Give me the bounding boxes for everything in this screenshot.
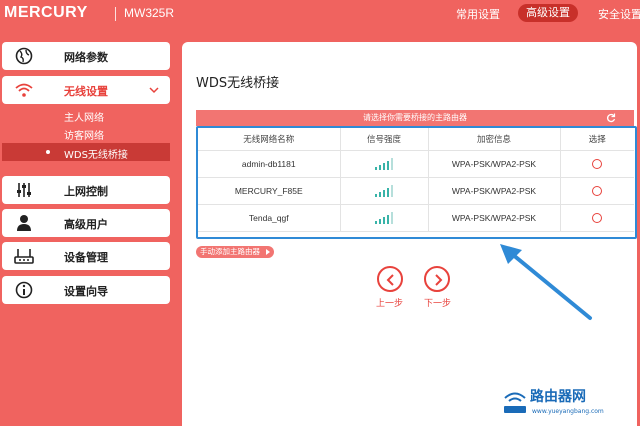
globe-icon [15,47,33,65]
wifi-icon [15,83,33,97]
site-watermark: 路由器网 www.yueyangbang.com [498,386,638,420]
sidebar-item-label: 设置向导 [64,285,108,298]
sidebar-item-label: 上网控制 [64,185,108,198]
router-logo-icon [504,392,526,413]
sidebar-item-network[interactable]: 网络参数 [2,42,170,70]
sidebar-item-label: 无线设置 [64,85,108,98]
sidebar-sub-wds[interactable]: WDS无线桥接 [2,143,170,161]
sliders-icon [17,183,31,197]
next-step-button[interactable] [424,266,450,292]
router-icon [14,249,34,264]
sidebar-item-label: 设备管理 [64,251,108,264]
page-title: WDS无线桥接 [196,76,280,91]
sidebar-item-setup-wizard[interactable]: 设置向导 [2,276,170,304]
nav-security-settings[interactable]: 安全设置 [598,6,640,22]
next-step-label[interactable]: 下一步 [424,296,451,309]
add-router-manually-button[interactable]: 手动添加主路由器 [196,246,274,258]
nav-basic-settings[interactable]: 常用设置 [456,6,500,22]
refresh-icon[interactable] [606,113,616,123]
chevron-left-icon [386,274,394,286]
watermark-url: www.yueyangbang.com [532,408,604,415]
chevron-down-icon [149,87,159,94]
add-router-label: 手动添加主路由器 [200,247,260,256]
annotation-arrow-icon [500,244,592,320]
top-header: MERCURY MW325R 常用设置 高级设置 安全设置 [0,0,640,34]
select-router-prompt: 请选择你需要桥接的主路由器 [363,113,467,122]
brand-logo: MERCURY [4,4,88,21]
annotation-highlight-box [196,126,637,239]
sidebar-item-advanced-user[interactable]: 高级用户 [2,209,170,237]
watermark-name: 路由器网 [530,389,586,405]
sidebar-item-label: 高级用户 [64,218,108,231]
logo-divider [115,7,116,21]
sidebar-sub-label: WDS无线桥接 [64,150,128,161]
prev-step-label[interactable]: 上一步 [376,296,403,309]
active-dot-icon [46,150,50,154]
chevron-right-icon [435,274,443,286]
sidebar-item-access-control[interactable]: 上网控制 [2,176,170,204]
sidebar-sub-guest-network[interactable]: 访客网络 [64,127,104,142]
select-router-bar: 请选择你需要桥接的主路由器 [196,110,634,126]
sidebar-sub-host-network[interactable]: 主人网络 [64,109,104,124]
sidebar-item-device-management[interactable]: 设备管理 [2,242,170,270]
sidebar-item-wireless[interactable]: 无线设置 [2,76,170,104]
user-icon [17,215,31,231]
prev-step-button[interactable] [377,266,403,292]
model-name: MW325R [124,6,175,20]
sidebar-item-label: 网络参数 [64,51,108,64]
nav-advanced-settings[interactable]: 高级设置 [518,4,578,22]
arrow-right-icon [266,249,270,255]
info-icon [15,281,33,299]
